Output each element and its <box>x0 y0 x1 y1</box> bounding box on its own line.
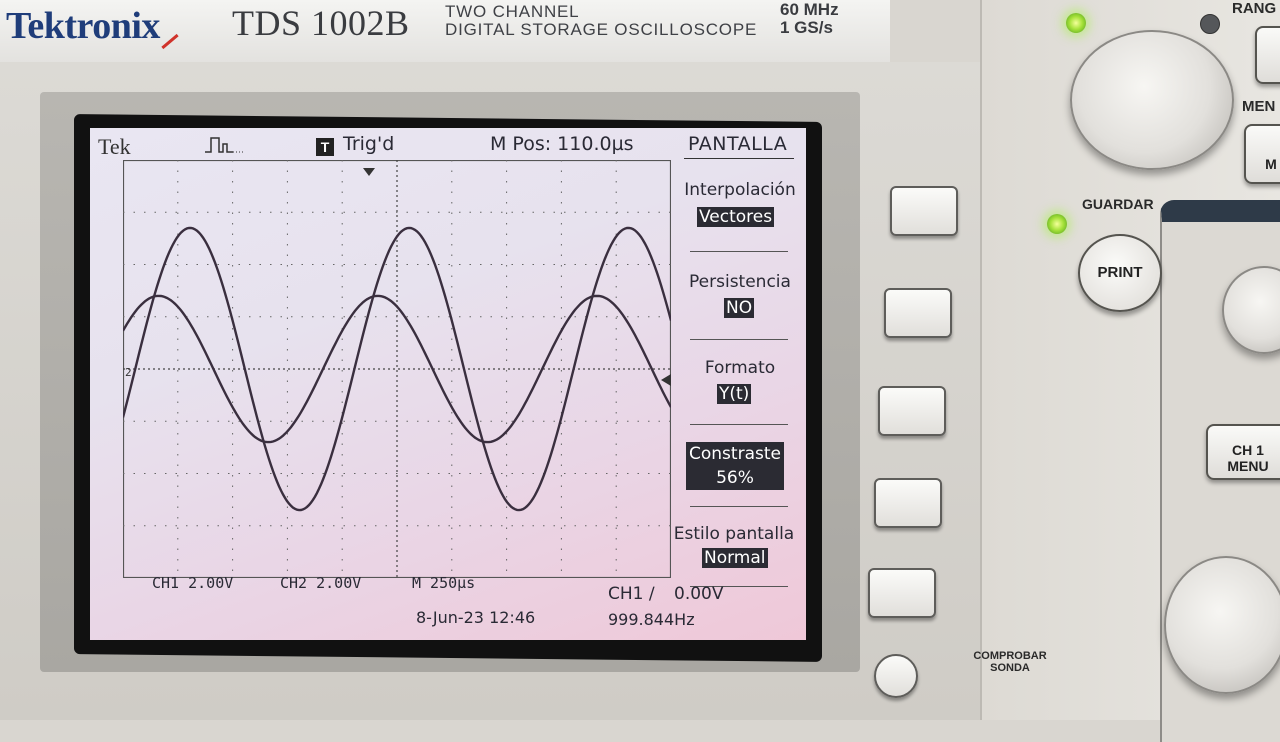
softkey-4-button[interactable] <box>874 478 942 528</box>
menu-value-persistence: NO <box>724 298 755 318</box>
menu-contrast-box: Constraste 56% <box>686 442 784 490</box>
range-button[interactable] <box>1255 26 1280 84</box>
ch1-menu-label-2: MENU <box>1227 458 1269 474</box>
menu-button[interactable]: M <box>1244 124 1280 184</box>
trigger-position-marker <box>363 168 375 176</box>
channel-ground-marker: 2 <box>125 366 132 379</box>
spec-sample-rate: 1 GS/s <box>780 18 833 37</box>
ch1-menu-label-1: CH 1 <box>1232 442 1264 458</box>
status-trigger-source: CH1 ∕ <box>608 584 655 604</box>
save-label: GUARDAR <box>1082 196 1154 212</box>
brand-logo: Tektronix <box>6 5 160 47</box>
indicator-led-icon <box>1200 14 1220 34</box>
softkey-5-button[interactable] <box>868 568 936 618</box>
horizontal-position: M Pos: 110.0µs <box>490 133 634 155</box>
menu-label-format: Formato <box>704 358 776 378</box>
softkey-1-button[interactable] <box>890 186 958 236</box>
menu-value-interpolation: Vectores <box>697 207 775 227</box>
menu-value-format: Y(t) <box>717 384 752 404</box>
trigger-icon: T <box>316 138 334 156</box>
menu-value-display-style: Normal <box>702 548 768 568</box>
waveform-graticule: 2 <box>123 160 671 578</box>
ch1-menu-button[interactable]: CH 1 MENU <box>1206 424 1280 480</box>
save-led-icon <box>1047 214 1067 234</box>
menu-label: MEN <box>1242 98 1276 115</box>
model-description-line2: DIGITAL STORAGE OSCILLOSCOPE <box>445 20 758 39</box>
range-label: RANG <box>1232 0 1277 17</box>
menu-label-display-style: Estilo pantalla <box>673 524 795 544</box>
menu-title-underline <box>684 158 794 159</box>
menu-label-contrast: Constraste <box>689 444 781 464</box>
menu-separator <box>690 251 788 252</box>
status-ch2-scale: CH2 2.00V <box>280 574 362 592</box>
graticule-grid <box>123 160 671 578</box>
softkey-3-button[interactable] <box>878 386 946 436</box>
probe-check-label-line1: COMPROBAR <box>973 650 1047 662</box>
status-datetime: 8-Jun-23 12:46 <box>416 608 536 627</box>
status-trigger-level: 0.00V <box>674 584 724 604</box>
menu-separator <box>690 339 788 340</box>
pulse-acquire-icon <box>205 137 245 153</box>
probe-check-label: COMPROBAR SONDA <box>968 650 1052 674</box>
spec-bandwidth: 60 MHz <box>780 0 839 19</box>
multipurpose-knob[interactable] <box>1070 30 1234 170</box>
status-frequency: 999.844Hz <box>608 610 695 629</box>
model-name: TDS 1002B <box>232 3 410 43</box>
menu-separator <box>690 424 788 425</box>
menu-title: PANTALLA <box>688 133 788 155</box>
display-logo: Tek <box>98 134 131 159</box>
menu-separator <box>690 506 788 507</box>
status-led-icon <box>1066 13 1086 33</box>
menu-label-persistence: Persistencia <box>689 272 791 292</box>
softkey-6-button[interactable] <box>874 654 918 698</box>
status-timebase: M 250µs <box>412 574 476 592</box>
oscilloscope-display: Tek T Trig'd M Pos: 110.0µs PANTALLA 2 I… <box>90 128 806 640</box>
model-description-line1: TWO CHANNEL <box>445 2 580 21</box>
menu-value-contrast: 56% <box>716 468 754 488</box>
status-ch1-scale: CH1 2.00V <box>152 574 234 592</box>
volts-div-knob[interactable] <box>1164 556 1280 694</box>
trigger-level-marker <box>661 374 671 386</box>
menu-label-interpolation: Interpolación <box>684 180 796 200</box>
probe-check-label-line2: SONDA <box>990 662 1030 674</box>
print-button[interactable]: PRINT <box>1078 234 1162 312</box>
trigger-status: Trig'd <box>343 133 395 155</box>
softkey-2-button[interactable] <box>884 288 952 338</box>
